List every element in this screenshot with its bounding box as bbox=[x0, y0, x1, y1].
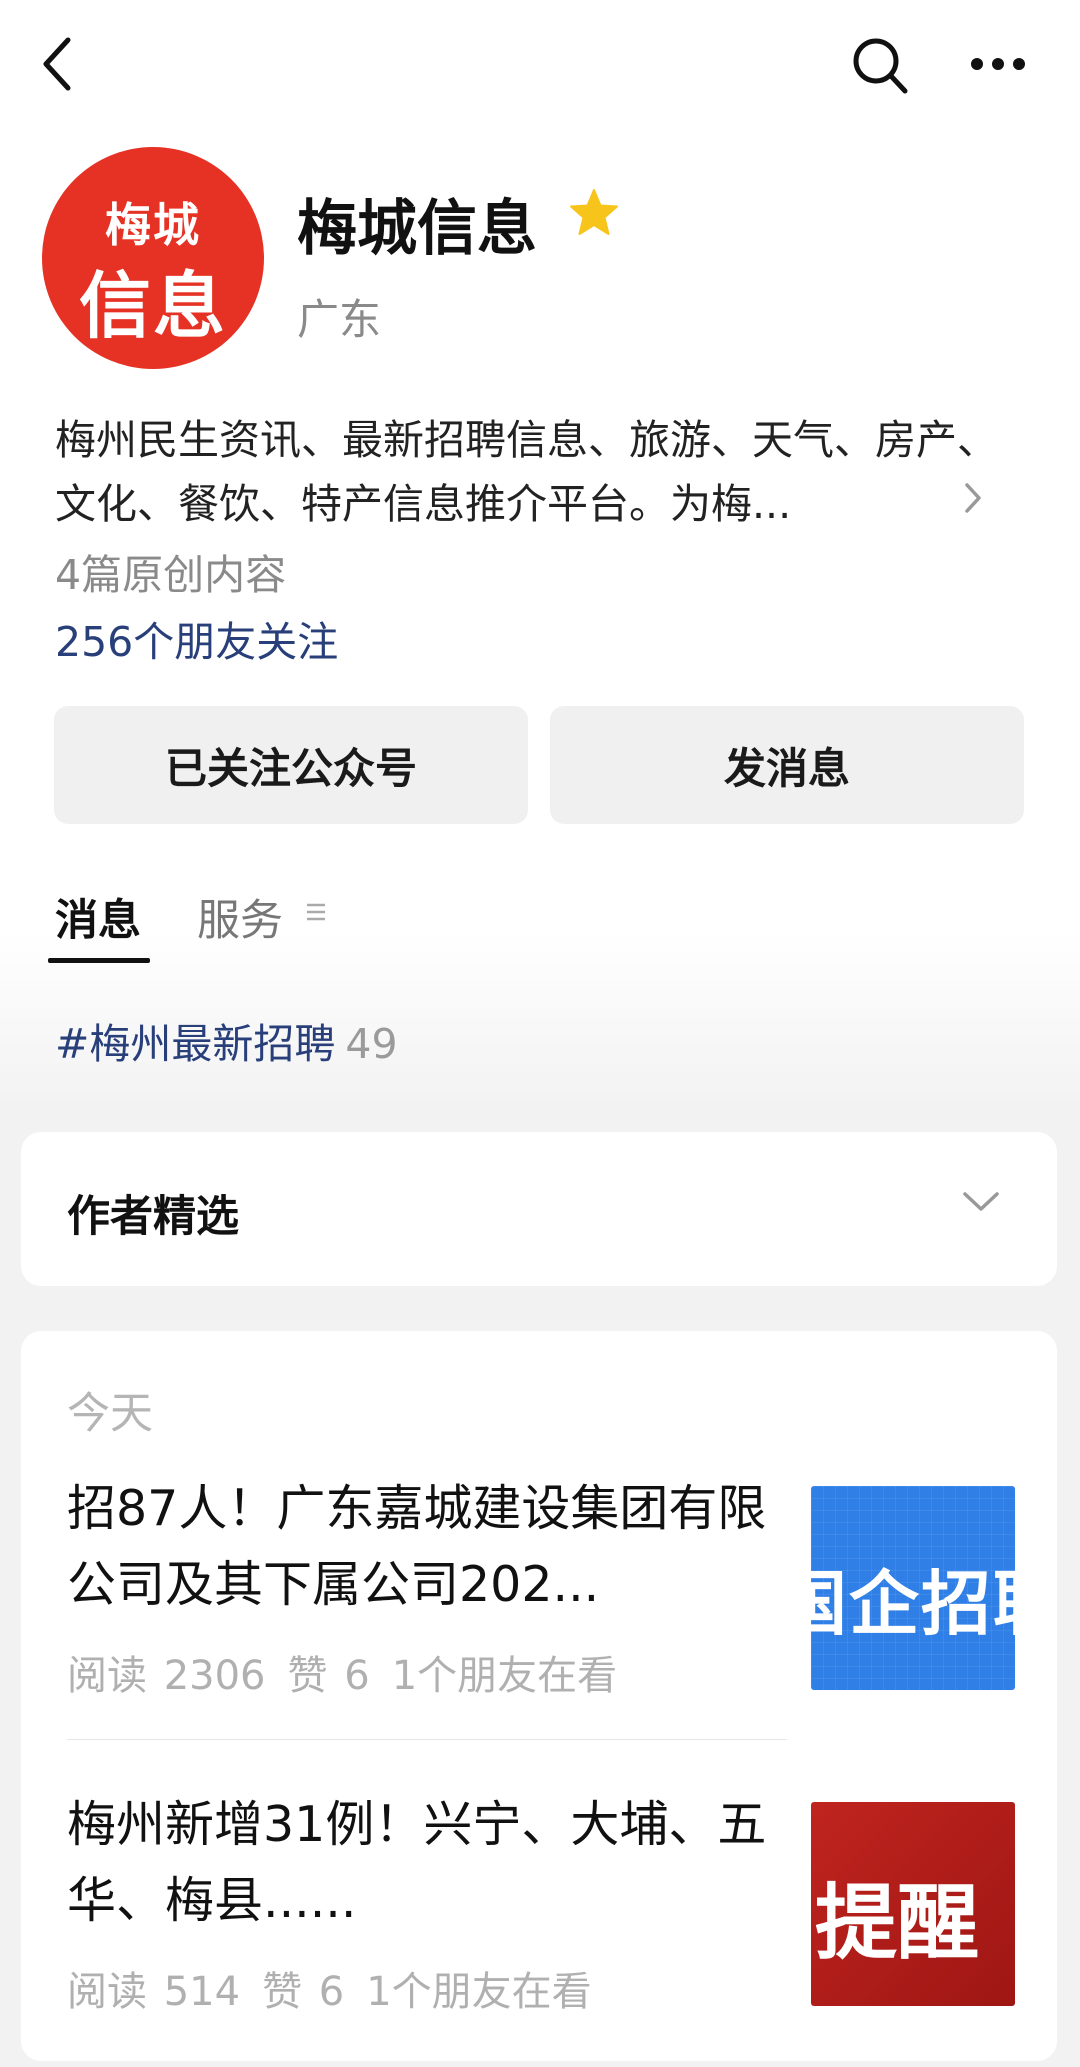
followed-account-button[interactable]: 已关注公众号 bbox=[54, 706, 528, 824]
article-stats: 阅读 2306 赞 6 1个朋友在看 bbox=[67, 1643, 639, 1701]
hashtag-label: #梅州最新招聘 bbox=[55, 1020, 336, 1068]
account-description[interactable]: 梅州民生资讯、最新招聘信息、旅游、天气、房产、文化、餐饮、特产信息推介平台。为梅… bbox=[55, 408, 1005, 536]
hashtag-count: 49 bbox=[345, 1020, 398, 1068]
article-friends-viewing: 1个朋友在看 bbox=[391, 1653, 618, 1699]
article-likes: 赞 6 bbox=[287, 1653, 370, 1699]
articles-card: 今天 招87人！广东嘉城建设集团有限公司及其下属公司202... 阅读 2306… bbox=[21, 1331, 1057, 2061]
account-avatar[interactable]: 梅城 信息 bbox=[42, 147, 264, 369]
more-dots-icon[interactable] bbox=[968, 54, 1028, 74]
hashtag-link[interactable]: #梅州最新招聘 49 bbox=[55, 1010, 398, 1070]
chevron-down-icon[interactable] bbox=[961, 1190, 1001, 1218]
send-message-button[interactable]: 发消息 bbox=[550, 706, 1024, 824]
article-reads: 阅读 2306 bbox=[67, 1653, 266, 1699]
article-title[interactable]: 梅州新增31例！兴宁、大埔、五华、梅县...... bbox=[67, 1787, 787, 1939]
author-picks-card[interactable]: 作者精选 bbox=[21, 1132, 1057, 1286]
article-stats: 阅读 514 赞 6 1个朋友在看 bbox=[67, 1959, 614, 2017]
thumbnail-text: 国企招聘 bbox=[811, 1563, 1015, 1645]
original-content-count[interactable]: 4篇原创内容 bbox=[55, 541, 286, 601]
article-divider bbox=[67, 1739, 787, 1740]
account-name: 梅城信息 bbox=[297, 194, 537, 264]
menu-lines-icon[interactable] bbox=[305, 901, 327, 927]
avatar-text-line2: 信息 bbox=[78, 263, 227, 348]
avatar-text-line1: 梅城 bbox=[105, 198, 201, 252]
back-arrow-icon[interactable] bbox=[38, 34, 78, 94]
chevron-right-icon[interactable] bbox=[962, 480, 984, 520]
article-friends-viewing: 1个朋友在看 bbox=[366, 1969, 592, 2015]
active-tab-indicator bbox=[48, 958, 150, 963]
thumbnail-text: 提醒 bbox=[815, 1875, 980, 1971]
date-label: 今天 bbox=[67, 1389, 153, 1439]
article-thumbnail[interactable]: 国企招聘 bbox=[811, 1486, 1015, 1690]
friends-following-link[interactable]: 256个朋友关注 bbox=[55, 608, 338, 668]
article-thumbnail[interactable]: 提醒 bbox=[811, 1802, 1015, 2006]
star-icon[interactable] bbox=[568, 188, 620, 242]
tab-messages[interactable]: 消息 bbox=[55, 886, 141, 948]
tab-services[interactable]: 服务 bbox=[197, 886, 283, 948]
account-region: 广东 bbox=[297, 295, 382, 344]
author-picks-title: 作者精选 bbox=[67, 1192, 239, 1242]
article-reads: 阅读 514 bbox=[67, 1969, 241, 2015]
article-likes: 赞 6 bbox=[262, 1969, 345, 2015]
article-title[interactable]: 招87人！广东嘉城建设集团有限公司及其下属公司202... bbox=[67, 1471, 787, 1623]
search-icon[interactable] bbox=[852, 36, 910, 96]
